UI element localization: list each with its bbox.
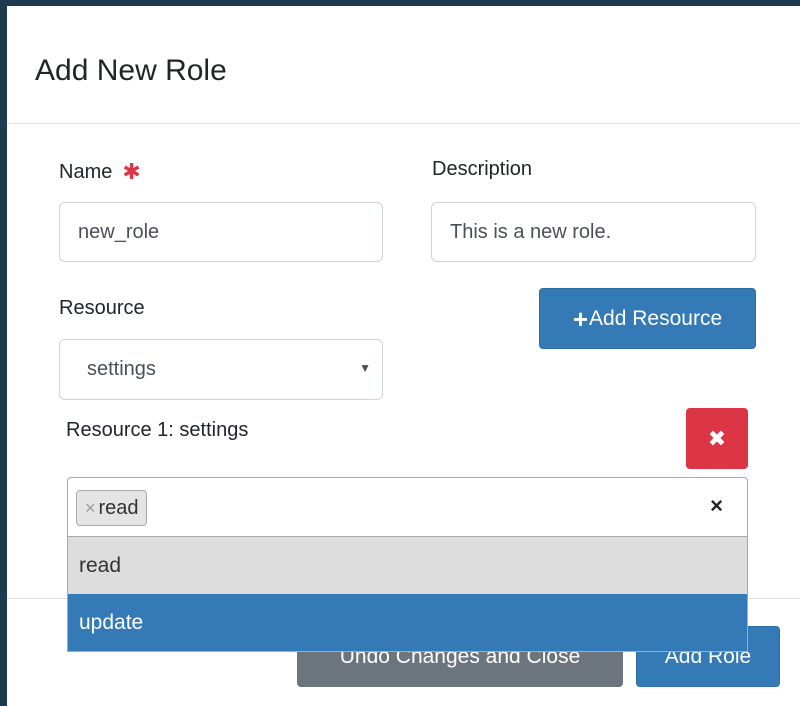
name-label-text: Name — [59, 161, 113, 183]
permissions-dropdown: read update — [67, 537, 748, 652]
required-asterisk-icon: ✱ — [122, 159, 141, 184]
selected-tag[interactable]: × read — [76, 490, 147, 526]
tag-remove-icon[interactable]: × — [85, 498, 96, 519]
backdrop-left-edge — [0, 0, 7, 706]
clear-all-icon[interactable]: × — [710, 493, 723, 519]
header-divider — [7, 123, 800, 124]
modal-title: Add New Role — [35, 54, 227, 87]
resource-1-title: Resource 1: settings — [66, 419, 249, 441]
add-resource-label: Add Resource — [589, 306, 723, 330]
name-label: Name ✱ — [59, 158, 141, 184]
resource-select-value: settings — [87, 358, 156, 380]
plus-icon: + — [572, 303, 589, 334]
close-icon: ✖ — [707, 425, 727, 451]
option-update[interactable]: update — [68, 594, 747, 651]
tag-label: read — [98, 496, 139, 519]
description-input[interactable] — [431, 202, 756, 262]
remove-resource-button[interactable]: ✖ — [686, 408, 748, 469]
description-label: Description — [432, 158, 533, 180]
permissions-multiselect[interactable]: × read × — [67, 477, 748, 537]
resource-select[interactable]: settings ▼ — [59, 339, 383, 400]
add-resource-button[interactable]: + Add Resource — [539, 288, 756, 349]
resource-label: Resource — [59, 297, 145, 319]
caret-down-icon: ▼ — [359, 361, 371, 375]
add-role-modal: Add New Role Name ✱ Description Resource … — [7, 6, 800, 706]
name-input[interactable] — [59, 202, 383, 262]
option-read[interactable]: read — [68, 537, 747, 594]
